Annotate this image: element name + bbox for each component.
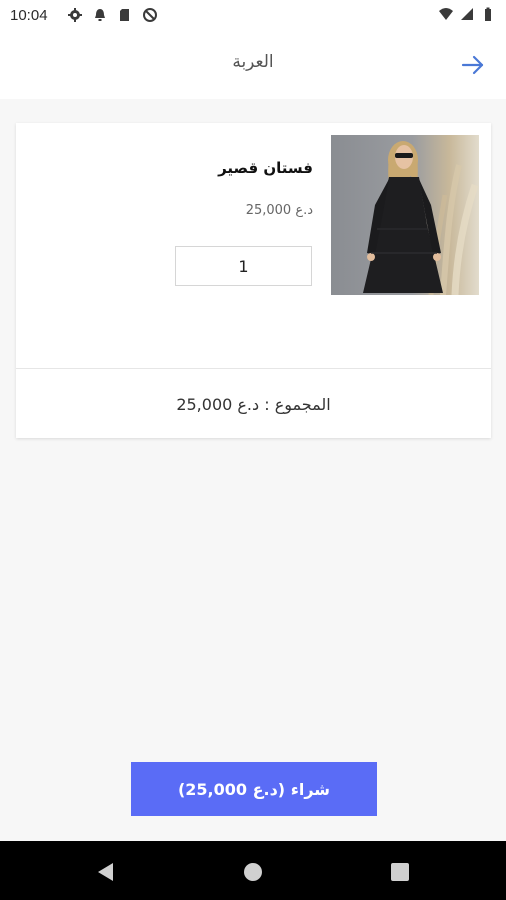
status-left-icons: [67, 7, 158, 23]
page-title: العربة: [232, 52, 274, 72]
cart-item-card: فستان قصير د.ع 25,000 1 المجموع : د.ع 25…: [16, 123, 491, 438]
quantity-field[interactable]: 1: [175, 246, 312, 286]
product-image[interactable]: [331, 135, 479, 295]
sd-card-icon: [120, 9, 129, 21]
settings-icon: [68, 8, 82, 22]
cart-total: المجموع : د.ع 25,000: [176, 395, 331, 414]
battery-icon: [485, 7, 491, 21]
buy-button[interactable]: شراء (د.ع 25,000): [131, 762, 377, 816]
nav-recents-icon[interactable]: [389, 861, 411, 883]
dress-photo: [363, 141, 479, 295]
nav-home-icon[interactable]: [242, 861, 264, 883]
arrow-right-icon[interactable]: [460, 52, 486, 78]
nav-back-icon[interactable]: [95, 861, 117, 883]
status-right-icons: [438, 6, 496, 22]
status-bar: 10:04: [0, 0, 506, 32]
product-name: فستان قصير: [218, 159, 313, 177]
product-price: د.ع 25,000: [245, 203, 313, 218]
do-not-disturb-icon: [143, 8, 157, 22]
signal-icon: [461, 8, 473, 20]
status-time: 10:04: [10, 7, 48, 24]
notification-bell-icon: [95, 9, 105, 21]
divider: [16, 368, 491, 369]
system-nav-bar: [0, 841, 506, 900]
wifi-icon: [439, 8, 453, 20]
app-bar: العربة: [0, 32, 506, 99]
